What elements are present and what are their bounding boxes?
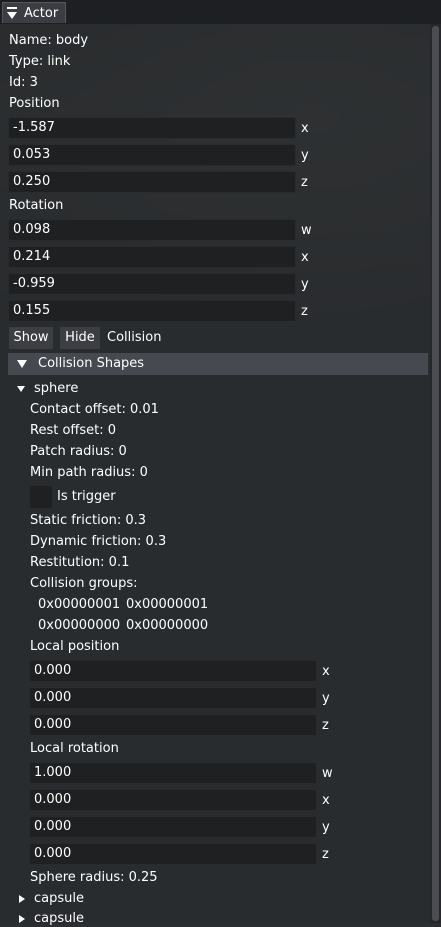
- position-x-field[interactable]: -1.587: [8, 117, 296, 139]
- collision-group-value: 0x00000001: [126, 597, 209, 612]
- local-rotation-label: Local rotation: [30, 741, 119, 756]
- hide-collision-button[interactable]: Hide: [60, 327, 100, 349]
- restitution: Restitution: 0.1: [30, 555, 130, 570]
- rotation-w-field[interactable]: 0.098: [8, 219, 296, 241]
- rotation-z-field[interactable]: 0.155: [8, 300, 296, 322]
- actor-name: Name: body: [9, 33, 89, 48]
- capsule-node-label[interactable]: capsule: [34, 891, 84, 907]
- window-titlebar: Actor: [0, 0, 441, 24]
- local-rotation-y-label: y: [322, 820, 330, 835]
- actor-id: Id: 3: [9, 75, 38, 90]
- rotation-z-label: z: [301, 304, 308, 319]
- local-position-y-field[interactable]: 0.000: [29, 687, 317, 709]
- local-rotation-w-label: w: [322, 766, 333, 781]
- expanded-arrow-icon: [17, 360, 27, 368]
- rest-offset: Rest offset: 0: [30, 423, 117, 438]
- local-position-x-field[interactable]: 0.000: [29, 660, 317, 682]
- rotation-label: Rotation: [9, 198, 64, 213]
- collision-group-value: 0x00000000: [38, 618, 121, 633]
- is-trigger-checkbox[interactable]: [30, 486, 52, 508]
- contact-offset: Contact offset: 0.01: [30, 402, 159, 417]
- collision-label: Collision: [107, 330, 162, 345]
- rotation-w-label: w: [301, 223, 312, 238]
- position-z-label: z: [301, 175, 308, 190]
- collision-group-value: 0x00000000: [126, 618, 209, 633]
- rotation-x-field[interactable]: 0.214: [8, 246, 296, 268]
- local-rotation-x-label: x: [322, 793, 330, 808]
- position-z-field[interactable]: 0.250: [8, 171, 296, 193]
- min-path-radius: Min path radius: 0: [30, 465, 148, 480]
- sphere-node-label[interactable]: sphere: [34, 381, 78, 397]
- local-rotation-x-field[interactable]: 0.000: [29, 789, 317, 811]
- sphere-radius: Sphere radius: 0.25: [30, 870, 158, 885]
- position-y-label: y: [301, 148, 309, 163]
- collision-groups-label: Collision groups:: [30, 576, 138, 591]
- local-position-z-field[interactable]: 0.000: [29, 714, 317, 736]
- local-position-x-label: x: [322, 664, 330, 679]
- position-y-field[interactable]: 0.053: [8, 144, 296, 166]
- tab-label: Actor: [24, 5, 59, 21]
- capsule-collapsed-arrow-icon[interactable]: [19, 915, 25, 923]
- collapse-icon-bar: [7, 7, 17, 9]
- show-collision-button[interactable]: Show: [9, 327, 53, 349]
- static-friction: Static friction: 0.3: [30, 513, 147, 528]
- collapse-window-icon[interactable]: [7, 11, 17, 19]
- local-position-label: Local position: [30, 639, 120, 654]
- sphere-expanded-arrow-icon[interactable]: [17, 386, 25, 392]
- collision-group-value: 0x00000001: [38, 597, 121, 612]
- rotation-y-label: y: [301, 277, 309, 292]
- dynamic-friction: Dynamic friction: 0.3: [30, 534, 167, 549]
- collision-shapes-title: Collision Shapes: [38, 356, 145, 371]
- collision-shapes-header[interactable]: Collision Shapes: [8, 353, 428, 375]
- local-rotation-w-field[interactable]: 1.000: [29, 762, 317, 784]
- rotation-x-label: x: [301, 250, 309, 265]
- rotation-y-field[interactable]: -0.959: [8, 273, 296, 295]
- patch-radius: Patch radius: 0: [30, 444, 127, 459]
- local-rotation-z-label: z: [322, 847, 329, 862]
- capsule-node-label[interactable]: capsule: [34, 911, 84, 927]
- capsule-collapsed-arrow-icon[interactable]: [19, 895, 25, 903]
- scrollbar-thumb[interactable]: [432, 26, 439, 921]
- actor-type: Type: link: [9, 54, 71, 69]
- local-rotation-y-field[interactable]: 0.000: [29, 816, 317, 838]
- is-trigger-label: Is trigger: [57, 489, 116, 504]
- actor-tab[interactable]: Actor: [2, 2, 66, 23]
- local-rotation-z-field[interactable]: 0.000: [29, 843, 317, 865]
- local-position-y-label: y: [322, 691, 330, 706]
- position-label: Position: [9, 96, 60, 111]
- position-x-label: x: [301, 121, 309, 136]
- local-position-z-label: z: [322, 718, 329, 733]
